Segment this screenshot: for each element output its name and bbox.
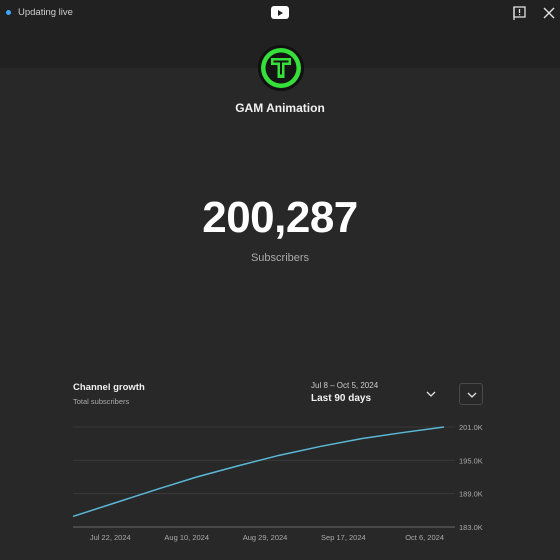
y-tick-label: 183.0K bbox=[459, 523, 483, 532]
channel-growth-chart: 183.0K 189.0K 195.0K 201.0K Jul 22, 2024 Aug … bbox=[72, 423, 483, 542]
series-line bbox=[72, 426, 445, 518]
x-tick-label: Aug 29, 2024 bbox=[243, 533, 288, 542]
x-tick-label: Aug 10, 2024 bbox=[164, 533, 209, 542]
y-tick-label: 201.0K bbox=[459, 423, 483, 432]
x-tick-label: Sep 17, 2024 bbox=[321, 533, 366, 542]
y-tick-label: 189.0K bbox=[459, 490, 483, 499]
y-tick-label: 195.0K bbox=[459, 456, 483, 465]
x-tick-label: Oct 6, 2024 bbox=[405, 533, 444, 542]
x-tick-label: Jul 22, 2024 bbox=[90, 533, 131, 542]
